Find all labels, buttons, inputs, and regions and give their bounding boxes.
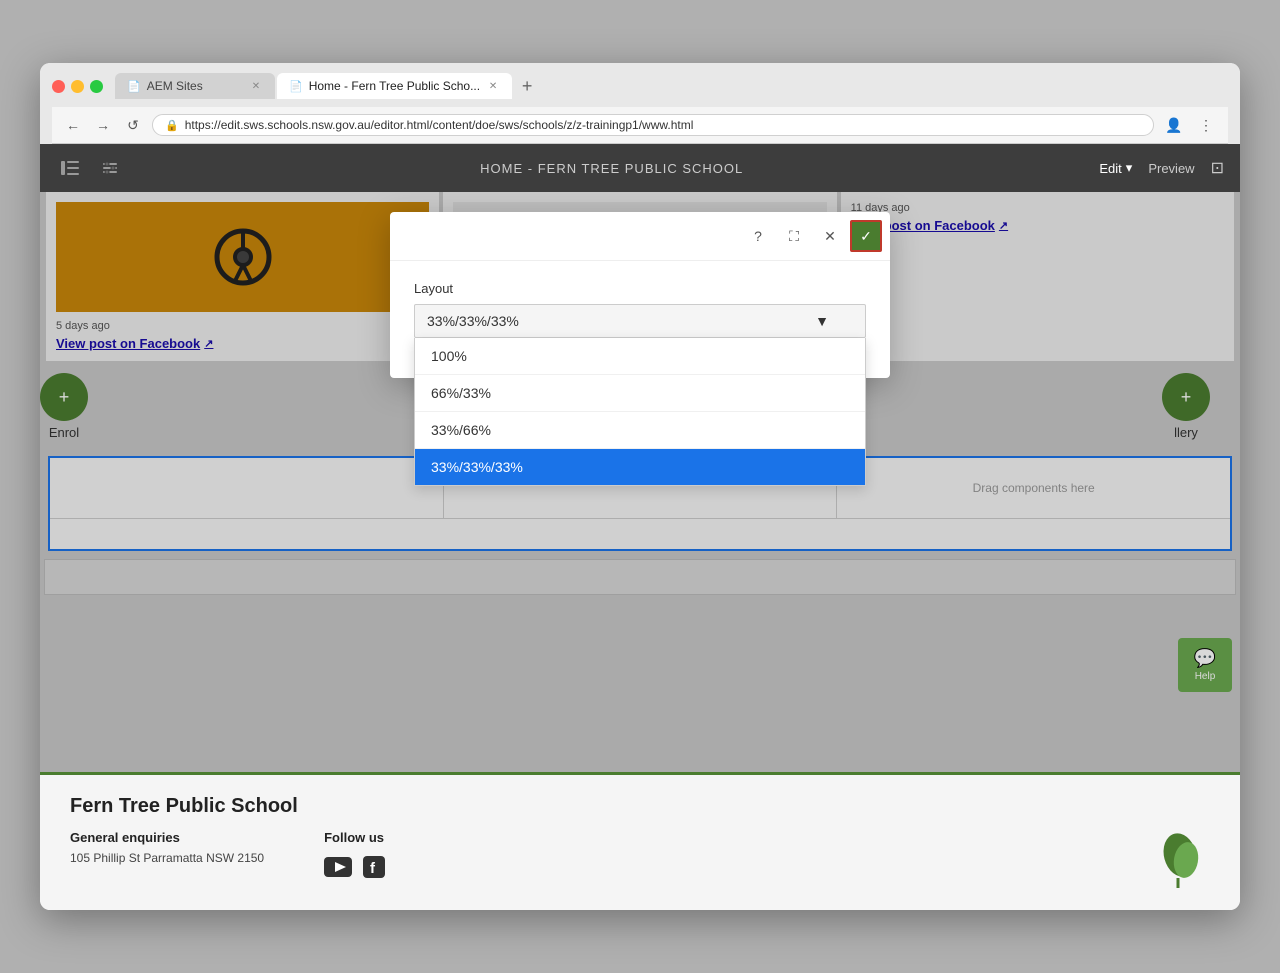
maximize-window-button[interactable] [90,80,103,93]
close-modal-button[interactable]: ✕ [814,220,846,252]
minimize-window-button[interactable] [71,80,84,93]
dropdown-selected-value: 33%/33%/33% [427,313,519,329]
back-button[interactable]: ← [62,114,84,136]
new-tab-button[interactable]: + [514,73,540,99]
footer-address: 105 Phillip St Parramatta NSW 2150 [70,851,264,865]
tab-icon: 📄 [127,80,141,93]
fullscreen-modal-button[interactable]: ⛶ [778,220,810,252]
checkmark-icon: ✓ [860,228,872,245]
footer-leaf-col [1150,830,1210,890]
address-bar[interactable]: 🔒 https://edit.sws.schools.nsw.gov.au/ed… [152,114,1154,136]
close-window-button[interactable] [52,80,65,93]
lock-icon: 🔒 [165,119,179,132]
youtube-icon[interactable] [324,853,352,881]
url-text: https://edit.sws.schools.nsw.gov.au/edit… [185,118,694,132]
footer-school-name: Fern Tree Public School [70,795,1210,818]
layout-dropdown-trigger[interactable]: 33%/33%/33% ▼ [414,304,866,338]
option-label: 100% [431,348,467,364]
leaf-icon [1150,830,1210,890]
layout-field-label: Layout [414,281,866,296]
dropdown-option-33-33-33[interactable]: 33%/33%/33% [415,449,865,485]
footer-enquiries-label: General enquiries [70,830,264,845]
question-icon: ? [754,228,762,244]
page-title: HOME - FERN TREE PUBLIC SCHOOL [480,161,743,176]
tab-icon: 📄 [289,80,303,93]
tab-aem-sites[interactable]: 📄 AEM Sites ✕ [115,73,275,99]
dropdown-menu: 100% 66%/33% 33%/66% 33%/33%/33% [414,338,866,486]
youtube-svg [324,857,352,877]
tab-close-button[interactable]: ✕ [486,79,500,93]
fullscreen-icon: ⛶ [789,228,799,245]
tab-label: Home - Fern Tree Public Scho... [309,79,480,93]
share-button[interactable]: ⊡ [1211,158,1224,178]
profile-button[interactable]: 👤 [1162,113,1186,137]
edit-label: Edit [1099,161,1121,176]
refresh-button[interactable]: ↺ [122,114,144,136]
help-modal-button[interactable]: ? [742,220,774,252]
layout-dropdown[interactable]: 33%/33%/33% ▼ 100% 66%/33% [414,304,866,338]
modal-dialog: ? ⛶ ✕ ✓ Layout [390,212,890,378]
footer-follow-label: Follow us [324,830,388,845]
edit-mode-button[interactable]: Edit ▾ [1099,160,1132,176]
footer-social-col: Follow us [324,830,388,890]
dropdown-option-33-66[interactable]: 33%/66% [415,412,865,449]
chevron-down-icon: ▾ [1126,160,1133,176]
option-label: 66%/33% [431,385,491,401]
option-label: 33%/33%/33% [431,459,523,475]
close-icon: ✕ [824,228,836,245]
modal-header: ? ⛶ ✕ ✓ [390,212,890,261]
tab-close-button[interactable]: ✕ [249,79,263,93]
dropdown-option-66-33[interactable]: 66%/33% [415,375,865,412]
tab-label: AEM Sites [147,79,203,93]
aem-toolbar: HOME - FERN TREE PUBLIC SCHOOL Edit ▾ Pr… [40,144,1240,192]
preview-button[interactable]: Preview [1148,161,1194,176]
page-footer: Fern Tree Public School General enquirie… [40,772,1240,910]
chevron-down-icon: ▼ [815,313,829,329]
sidebar-toggle-button[interactable] [56,154,84,182]
tab-home-fern[interactable]: 📄 Home - Fern Tree Public Scho... ✕ [277,73,512,99]
settings-button[interactable] [96,154,124,182]
confirm-modal-button[interactable]: ✓ [850,220,882,252]
forward-button[interactable]: → [92,114,114,136]
facebook-svg: f [363,856,385,878]
option-label: 33%/66% [431,422,491,438]
modal-overlay: ? ⛶ ✕ ✓ Layout [40,192,1240,772]
facebook-icon[interactable]: f [360,853,388,881]
dropdown-option-100[interactable]: 100% [415,338,865,375]
modal-body: Layout 33%/33%/33% ▼ 100% [390,261,890,378]
menu-button[interactable]: ⋮ [1194,113,1218,137]
footer-enquiries-col: General enquiries 105 Phillip St Parrama… [70,830,264,890]
